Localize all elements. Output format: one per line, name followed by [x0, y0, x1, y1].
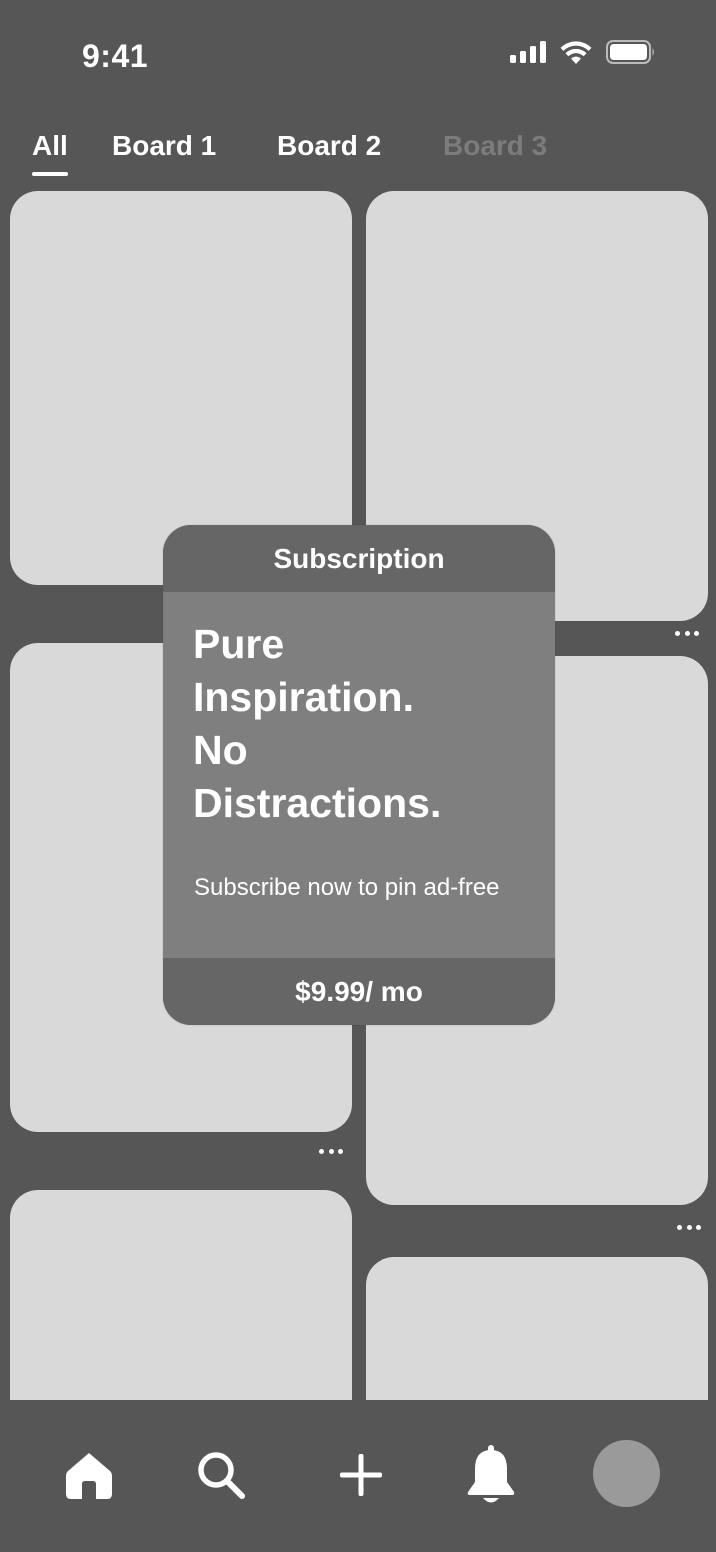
tab-all[interactable]: All — [32, 130, 68, 162]
nav-notifications[interactable] — [456, 1440, 526, 1510]
modal-body: Pure Inspiration. No Distractions. Subsc… — [163, 592, 555, 958]
subscribe-price-button[interactable]: $9.99/ mo — [163, 958, 555, 1025]
headline-line: Distractions. — [193, 780, 442, 826]
modal-subtext: Subscribe now to pin ad-free — [194, 874, 500, 901]
nav-search[interactable] — [186, 1440, 256, 1510]
headline-line: Inspiration. — [193, 674, 414, 720]
nav-home[interactable] — [54, 1440, 124, 1510]
more-options-icon[interactable] — [677, 1223, 701, 1231]
status-icons — [510, 40, 656, 64]
bell-icon — [467, 1445, 515, 1503]
tab-board-3[interactable]: Board 3 — [443, 130, 547, 162]
signal-icon — [510, 41, 546, 63]
plus-icon — [340, 1454, 382, 1496]
battery-icon — [606, 40, 654, 64]
subscription-modal: Subscription Pure Inspiration. No Distra… — [163, 525, 555, 1025]
modal-headline: Pure Inspiration. No Distractions. — [193, 618, 533, 830]
more-options-icon[interactable] — [675, 629, 699, 637]
tab-board-1[interactable]: Board 1 — [112, 130, 216, 162]
more-options-icon[interactable] — [319, 1147, 343, 1155]
tab-board-2[interactable]: Board 2 — [277, 130, 381, 162]
wifi-icon — [560, 41, 592, 64]
search-icon — [198, 1452, 245, 1499]
nav-create[interactable] — [326, 1440, 396, 1510]
profile-avatar[interactable] — [593, 1440, 660, 1507]
home-icon — [66, 1453, 112, 1499]
active-tab-indicator — [32, 172, 68, 176]
price-label: $9.99/ mo — [295, 975, 423, 1007]
modal-header: Subscription — [163, 525, 555, 592]
headline-line: No — [193, 727, 248, 773]
headline-line: Pure — [193, 621, 285, 667]
status-time: 9:41 — [82, 38, 149, 74]
modal-title: Subscription — [273, 542, 445, 574]
app-screen: 9:41 All Board 1 Board 2 Board 3 Subscri… — [0, 0, 716, 1552]
